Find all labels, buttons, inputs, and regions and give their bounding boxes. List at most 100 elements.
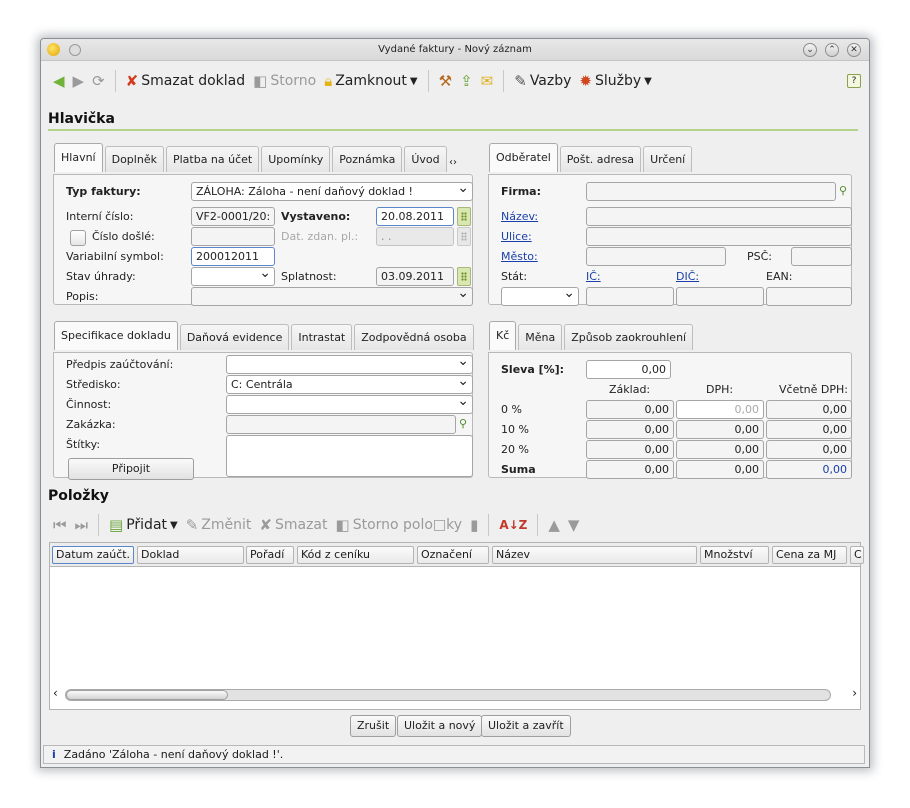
- name-field[interactable]: [586, 207, 852, 226]
- lock-button[interactable]: 🔒︎ Zamknout ▼: [320, 68, 421, 94]
- tab-intro[interactable]: Úvod: [404, 146, 447, 172]
- delete-item-button[interactable]: ✘ Smazat: [255, 512, 331, 538]
- calendar-icon[interactable]: [457, 207, 471, 226]
- horizontal-scrollbar[interactable]: ‹ ›: [49, 686, 861, 704]
- center-select[interactable]: C: Centrála: [226, 375, 473, 394]
- col-unit-price[interactable]: Cena za MJ: [772, 546, 847, 564]
- variable-symbol-field[interactable]: 200012011: [191, 247, 275, 266]
- tab-tax-records[interactable]: Daňová evidence: [179, 324, 290, 350]
- main-panel: Typ faktury: ZÁLOHA: Záloha - není daňov…: [53, 174, 473, 306]
- storno-items-button[interactable]: ◧ Storno polo□ky: [332, 512, 467, 538]
- city-field[interactable]: [586, 247, 726, 266]
- save-new-button[interactable]: Uložit a nový: [397, 715, 483, 737]
- sort-button[interactable]: A↓Z: [495, 512, 531, 538]
- posting-select[interactable]: [226, 355, 473, 374]
- base-column-label: Základ:: [609, 383, 651, 396]
- order-field[interactable]: [226, 415, 456, 434]
- tab-supplement[interactable]: Doplněk: [104, 146, 164, 172]
- street-field[interactable]: [586, 227, 852, 246]
- col-document[interactable]: Doklad: [137, 546, 244, 564]
- delete-document-button[interactable]: ✘ Smazat doklad: [122, 68, 249, 94]
- dic-field[interactable]: [676, 287, 764, 306]
- add-item-button[interactable]: ▤ Přidat ▼: [105, 512, 182, 538]
- tab-scroll-icon[interactable]: ‹›: [449, 157, 457, 168]
- change-item-button[interactable]: ✎ Změnit: [182, 512, 256, 538]
- help-icon[interactable]: ?: [847, 74, 861, 88]
- col-order[interactable]: Pořadí: [246, 546, 294, 564]
- tab-czk[interactable]: Kč: [489, 321, 517, 350]
- copy-item-button[interactable]: ▮: [466, 512, 482, 538]
- sort-az-icon: A↓Z: [499, 518, 528, 532]
- forward-button[interactable]: ▶: [69, 68, 89, 94]
- attach-button[interactable]: Připojit: [68, 458, 194, 480]
- tab-main[interactable]: Hlavní: [54, 143, 103, 172]
- internal-number-field[interactable]: VF2-0001/20:: [191, 207, 275, 226]
- close-icon[interactable]: ✕: [847, 43, 861, 57]
- due-date-field[interactable]: 03.09.2011: [376, 267, 454, 286]
- cancel-button[interactable]: Zrušit: [350, 715, 397, 737]
- tab-intrastat[interactable]: Intrastat: [291, 324, 353, 350]
- lookup-icon[interactable]: ⚲: [459, 417, 473, 433]
- received-number-field[interactable]: [191, 227, 275, 246]
- mail-button[interactable]: ✉: [477, 68, 498, 94]
- col-quantity[interactable]: Množství: [700, 546, 769, 564]
- storno-button[interactable]: ◧ Storno: [249, 68, 320, 94]
- export-button[interactable]: ⇪: [456, 68, 477, 94]
- scroll-right-icon[interactable]: ›: [852, 686, 857, 700]
- refresh-button[interactable]: ⟳: [88, 68, 109, 94]
- description-field[interactable]: [191, 287, 473, 306]
- scroll-left-icon[interactable]: ‹: [53, 686, 58, 700]
- tags-field[interactable]: [226, 435, 473, 477]
- activity-select[interactable]: [226, 395, 473, 414]
- ic-label[interactable]: IČ:: [586, 270, 601, 283]
- lookup-icon[interactable]: ⚲: [839, 184, 853, 200]
- back-button[interactable]: ◀: [49, 68, 69, 94]
- dic-label[interactable]: DIČ:: [676, 270, 699, 283]
- arrow-right-icon: ▶: [72, 71, 85, 90]
- links-button[interactable]: ✎ Vazby: [510, 68, 575, 94]
- first-record-button[interactable]: ⏮: [49, 512, 71, 538]
- zip-field[interactable]: [791, 247, 852, 266]
- main-toolbar: ◀ ▶ ⟳ ✘ Smazat doklad ◧ Storno 🔒︎ Zamknout ▼…: [41, 62, 869, 100]
- company-field[interactable]: [586, 182, 836, 201]
- discount-field[interactable]: 0,00: [586, 360, 671, 379]
- col-designation[interactable]: Označení: [417, 546, 489, 564]
- city-label[interactable]: Město:: [501, 250, 538, 263]
- activity-label: Činnost:: [66, 398, 112, 411]
- street-label[interactable]: Ulice:: [501, 230, 532, 243]
- tab-currency[interactable]: Měna: [518, 324, 563, 350]
- tab-rounding[interactable]: Způsob zaokrouhlení: [564, 324, 694, 350]
- move-up-button[interactable]: ▲: [544, 512, 564, 538]
- name-label[interactable]: Název:: [501, 210, 538, 223]
- save-close-button[interactable]: Uložit a zavřít: [481, 715, 571, 737]
- tab-document-spec[interactable]: Specifikace dokladu: [54, 321, 178, 350]
- ean-field[interactable]: [766, 287, 852, 306]
- sum-vat-field: 0,00: [676, 460, 764, 479]
- col-price-code[interactable]: Kód z ceníku: [297, 546, 414, 564]
- received-number-checkbox[interactable]: [70, 230, 86, 246]
- ic-field[interactable]: [586, 287, 674, 306]
- minimize-icon[interactable]: ⌄: [803, 43, 817, 57]
- tab-note[interactable]: Poznámka: [332, 146, 403, 172]
- tools-button[interactable]: ⚒: [435, 68, 456, 94]
- maximize-icon[interactable]: ⌃: [825, 43, 839, 57]
- col-name[interactable]: Název: [492, 546, 697, 564]
- tab-postal-address[interactable]: Pošt. adresa: [559, 146, 642, 172]
- tab-payment[interactable]: Platba na účet: [165, 146, 260, 172]
- move-down-button[interactable]: ▼: [564, 512, 584, 538]
- tab-customer[interactable]: Odběratel: [489, 143, 558, 172]
- tab-destination[interactable]: Určení: [643, 146, 693, 172]
- tab-reminders[interactable]: Upomínky: [261, 146, 331, 172]
- tab-responsible-person[interactable]: Zodpovědná osoba: [354, 324, 474, 350]
- col-more[interactable]: C: [850, 546, 864, 564]
- last-record-button[interactable]: ⏭: [71, 512, 93, 538]
- scroll-thumb[interactable]: [66, 690, 228, 700]
- issued-date-field[interactable]: 20.08.2011: [376, 207, 454, 226]
- payment-state-select[interactable]: [191, 267, 275, 286]
- items-grid[interactable]: Datum zaúčt. Doklad Pořadí Kód z ceníku …: [49, 542, 864, 710]
- calendar-icon[interactable]: [457, 267, 471, 286]
- col-posting-date[interactable]: Datum zaúčt.: [52, 546, 134, 564]
- country-select[interactable]: [501, 287, 579, 306]
- services-button[interactable]: ✹ Služby ▼: [575, 68, 655, 94]
- invoice-type-select[interactable]: ZÁLOHA: Záloha - není daňový doklad !: [191, 182, 473, 201]
